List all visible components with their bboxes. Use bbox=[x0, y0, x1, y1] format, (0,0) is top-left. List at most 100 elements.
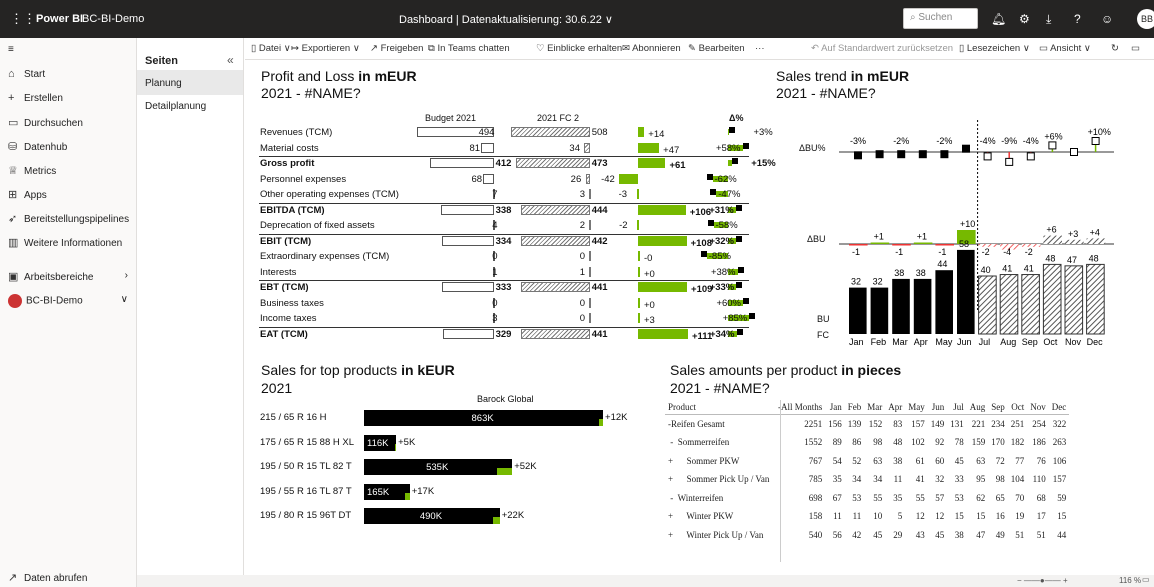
table-cell: 158 bbox=[808, 511, 823, 522]
nav-item-pipelines[interactable]: ➶ Bereitstellungspipelines bbox=[8, 212, 129, 228]
pl-budget-value: 338 bbox=[495, 204, 512, 216]
nav-item-info[interactable]: ▥ Weitere Informationen bbox=[8, 236, 122, 252]
pl-row-label: Gross profit bbox=[260, 158, 315, 169]
pl-fc-bar bbox=[584, 142, 590, 153]
share-button[interactable]: ↗ Freigeben bbox=[370, 43, 423, 54]
table-header-cell: Aug bbox=[966, 400, 989, 415]
subscribe-button[interactable]: ✉ Abonnieren bbox=[622, 43, 681, 54]
settings-icon[interactable]: ⚙ bbox=[1019, 12, 1030, 26]
sales-value: 58 bbox=[959, 239, 969, 249]
insights-button[interactable]: ♡ Einblicke erhalten bbox=[536, 43, 622, 54]
table-cell: 43 bbox=[915, 529, 925, 540]
table-cell: 157 bbox=[911, 419, 925, 429]
pl-pct-pin bbox=[706, 173, 713, 180]
table-cell: 86 bbox=[852, 437, 862, 448]
month-label: Aug bbox=[1000, 337, 1016, 347]
pl-pct-pin bbox=[743, 297, 749, 304]
bookmarks-menu[interactable]: ▯ Lesezeichen ∨ bbox=[959, 43, 1030, 54]
table-header-cell: Jul bbox=[947, 400, 967, 415]
avatar[interactable]: BB bbox=[1137, 9, 1154, 29]
comment-icon[interactable]: ▭ bbox=[1131, 43, 1140, 54]
page-tab-detailplanung[interactable]: Detailplanung bbox=[137, 95, 243, 120]
dbu-label: -4 bbox=[1003, 247, 1011, 257]
fit-page-icon[interactable]: ▭ bbox=[1142, 575, 1150, 584]
search-input[interactable]: ⌕ Suchen bbox=[903, 8, 978, 29]
nav-item-erstellen[interactable]: + Erstellen bbox=[8, 92, 63, 108]
report-title[interactable]: Dashboard | Datenaktualisierung: 30.6.22… bbox=[399, 13, 613, 26]
reset-button[interactable]: ↶ Auf Standardwert zurücksetzen bbox=[811, 43, 953, 54]
pl-delta-bar bbox=[636, 189, 639, 199]
top-delta-bar bbox=[493, 517, 500, 524]
pl-pct-value: +58% bbox=[715, 142, 741, 154]
table-row[interactable]: + Sommer Pick Up / Van 785 35 34 34 11 41 32 33 9… bbox=[665, 470, 1069, 489]
nav-item-datenhub[interactable]: ⛁ Datenhub bbox=[8, 140, 67, 156]
table-header-cell: Jun bbox=[927, 400, 948, 415]
table-row[interactable]: -Reifen Gesamt 2251 156 139 152 83 157 149 131 22… bbox=[665, 415, 1069, 434]
workspace-name[interactable]: BC-BI-Demo bbox=[82, 13, 144, 25]
pl-fc-bar bbox=[521, 235, 590, 246]
pl-row-label: Personnel expenses bbox=[260, 173, 347, 185]
trend-title: Sales trend in mEUR bbox=[776, 68, 909, 84]
app-launcher-icon[interactable]: ⋮⋮ bbox=[10, 12, 36, 26]
sales-value: 38 bbox=[894, 268, 904, 278]
sales-bar bbox=[870, 287, 889, 334]
view-menu[interactable]: ▭ Ansicht ∨ bbox=[1039, 43, 1091, 54]
nav-item-bc-bi-demo[interactable]: BC-BI-Demo ∨ bbox=[8, 294, 128, 310]
table-cell: 131 bbox=[950, 419, 964, 429]
table-cell: 254 bbox=[1032, 419, 1046, 429]
dbupct-pin bbox=[1091, 137, 1100, 145]
dbu-label: +1 bbox=[874, 232, 884, 242]
reset-label: Auf Standardwert zurücksetzen bbox=[821, 43, 954, 54]
sales-value: 41 bbox=[1002, 264, 1012, 274]
help-icon[interactable]: ? bbox=[1074, 12, 1081, 26]
org-icon bbox=[8, 294, 22, 308]
pl-pct-value: +85% bbox=[722, 313, 748, 324]
pl-budget-value: 1 bbox=[492, 266, 498, 278]
table-cell: 53 bbox=[954, 492, 964, 503]
pl-delta-value: +0 bbox=[644, 299, 655, 311]
get-data-link[interactable]: ↗ Daten abrufen bbox=[8, 571, 87, 587]
more-button[interactable]: ··· bbox=[755, 43, 765, 54]
download-icon[interactable]: ⤓ bbox=[1046, 12, 1051, 27]
notification-icon[interactable]: 🔔︎ bbox=[991, 12, 1006, 26]
pl-budget-value: 333 bbox=[495, 282, 512, 293]
table-cell: 95 bbox=[976, 474, 986, 485]
page-tab-planung[interactable]: Planung bbox=[137, 70, 243, 95]
table-header-cell: Jan bbox=[825, 400, 845, 415]
table-cell: - Sommerreifen bbox=[668, 437, 730, 448]
feedback-icon[interactable]: ☺ bbox=[1101, 12, 1113, 26]
table-row[interactable]: + Winter Pick Up / Van 540 56 42 45 29 43 45 38 4… bbox=[665, 526, 1069, 545]
month-label: Jun bbox=[957, 337, 972, 347]
nav-label: Durchsuchen bbox=[24, 118, 83, 129]
table-cell: 44 bbox=[1057, 529, 1067, 540]
refresh-icon[interactable]: ↻ bbox=[1111, 43, 1119, 54]
nav-item-durchsuchen[interactable]: ▭ Durchsuchen bbox=[8, 116, 83, 132]
nav-item-metrics[interactable]: ♕ Metrics bbox=[8, 164, 56, 180]
pl-budget-bar bbox=[441, 235, 494, 246]
table-row[interactable]: + Sommer PKW 767 54 52 63 38 61 60 45 63 72 77 76 106 bbox=[665, 452, 1069, 471]
nav-item-start[interactable]: ⌂ Start bbox=[8, 68, 45, 84]
status-bar: − ——●—— + 116 % ▭ bbox=[137, 575, 1154, 587]
nav-item-workspaces[interactable]: ▣ Arbeitsbereiche › bbox=[8, 270, 128, 286]
brand-name[interactable]: Power BI bbox=[36, 13, 83, 25]
pl-fc-value: 473 bbox=[591, 158, 608, 169]
pl-delta-bar bbox=[638, 142, 660, 153]
edit-button[interactable]: ✎ Bearbeiten bbox=[688, 43, 745, 54]
table-row[interactable]: - Winterreifen 698 67 53 55 35 55 57 53 62 65 70 68 5… bbox=[665, 489, 1069, 508]
view-icon: ▭ bbox=[1039, 43, 1051, 54]
search-placeholder: Suchen bbox=[918, 12, 953, 23]
collapse-icon[interactable]: « bbox=[227, 53, 234, 67]
zoom-slider[interactable]: − ——●—— + bbox=[1017, 576, 1068, 585]
nav-item-apps[interactable]: ⊞ Apps bbox=[8, 188, 47, 204]
teams-button[interactable]: ⧉ In Teams chatten bbox=[428, 43, 510, 54]
pl-budget-value: 4 bbox=[492, 220, 498, 231]
table-cell: 767 bbox=[808, 455, 823, 466]
table-row[interactable]: + Winter PKW 158 11 11 10 5 12 12 15 15 16 19 17 15 bbox=[665, 507, 1069, 526]
hamburger-icon[interactable]: ≡ bbox=[8, 44, 14, 60]
table-row[interactable]: - Sommerreifen 1552 89 86 98 48 102 92 78 159 170 1… bbox=[665, 433, 1069, 452]
file-menu[interactable]: ▯ Datei ∨ bbox=[251, 43, 291, 54]
sales-value: 48 bbox=[1045, 253, 1055, 263]
export-menu[interactable]: ↦ Exportieren ∨ bbox=[291, 43, 360, 54]
subscribe-label: Abonnieren bbox=[632, 43, 681, 54]
pl-delta-bar bbox=[638, 297, 640, 308]
